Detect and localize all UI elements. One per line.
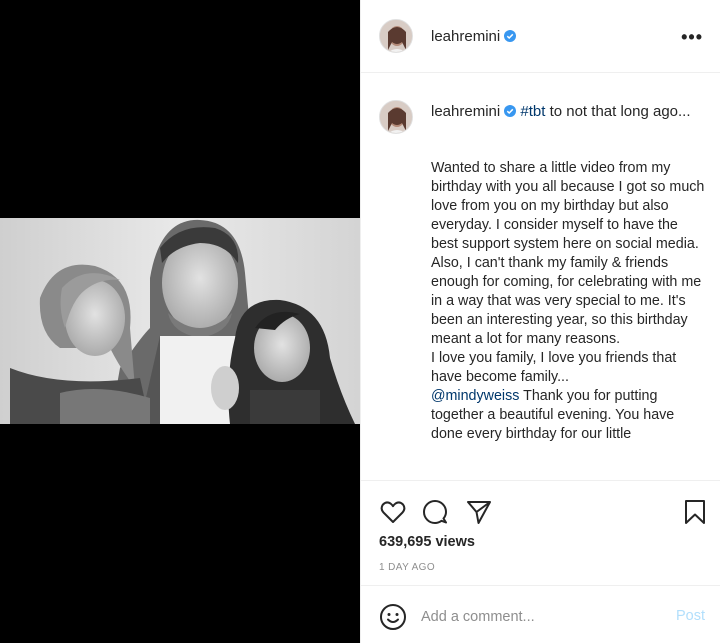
comment-input[interactable] [421,606,651,628]
post-timestamp[interactable]: 1 DAY AGO [379,562,435,573]
like-button[interactable] [379,498,407,526]
comment-button[interactable] [421,498,449,526]
comment-bar: Post [361,585,720,643]
bookmark-icon [685,500,705,524]
caption-paragraph-2: I love you family, I love you friends th… [431,350,677,385]
paper-plane-icon [467,501,491,524]
smiley-icon [380,604,406,630]
hashtag-link[interactable]: #tbt [520,103,545,120]
caption-paragraph-3: @mindyweiss Thank you for putting togeth… [431,387,706,444]
verified-icon [504,30,517,42]
caption-heading: leahremini #tbt to not that long ago... [431,102,701,121]
comment-icon [423,500,447,524]
share-button[interactable] [465,498,493,526]
caption-paragraph-1: Wanted to share a little video from my b… [431,160,705,347]
caption-intro: to not that long ago... [545,103,691,120]
caption-body: Wanted to share a little video from my b… [431,159,706,444]
post-side-panel: leahremini ••• leahremini #tbt to not th… [360,0,720,643]
post-actions: 639,695 views 1 DAY AGO Post [361,480,720,643]
post-photo[interactable] [0,218,360,424]
photo-illustration [0,218,360,424]
avatar-image [380,20,412,52]
caption-avatar[interactable] [379,100,413,134]
post-comment-button[interactable]: Post [676,608,705,624]
caption-area: leahremini #tbt to not that long ago... … [361,74,720,480]
caption-username[interactable]: leahremini [431,103,500,120]
header-username[interactable]: leahremini [431,28,517,45]
post-header: leahremini ••• [361,0,720,73]
post-media[interactable] [0,0,360,643]
save-button[interactable] [681,498,709,526]
caption-verified-icon [504,105,517,117]
mention-link[interactable]: @mindyweiss [431,388,519,404]
header-username-text[interactable]: leahremini [431,28,500,45]
more-options-icon[interactable]: ••• [681,27,703,48]
avatar[interactable] [379,19,413,53]
heart-icon [380,501,406,523]
caption-avatar-image [380,101,412,133]
emoji-button[interactable] [379,603,406,630]
views-count[interactable]: 639,695 views [379,534,475,550]
